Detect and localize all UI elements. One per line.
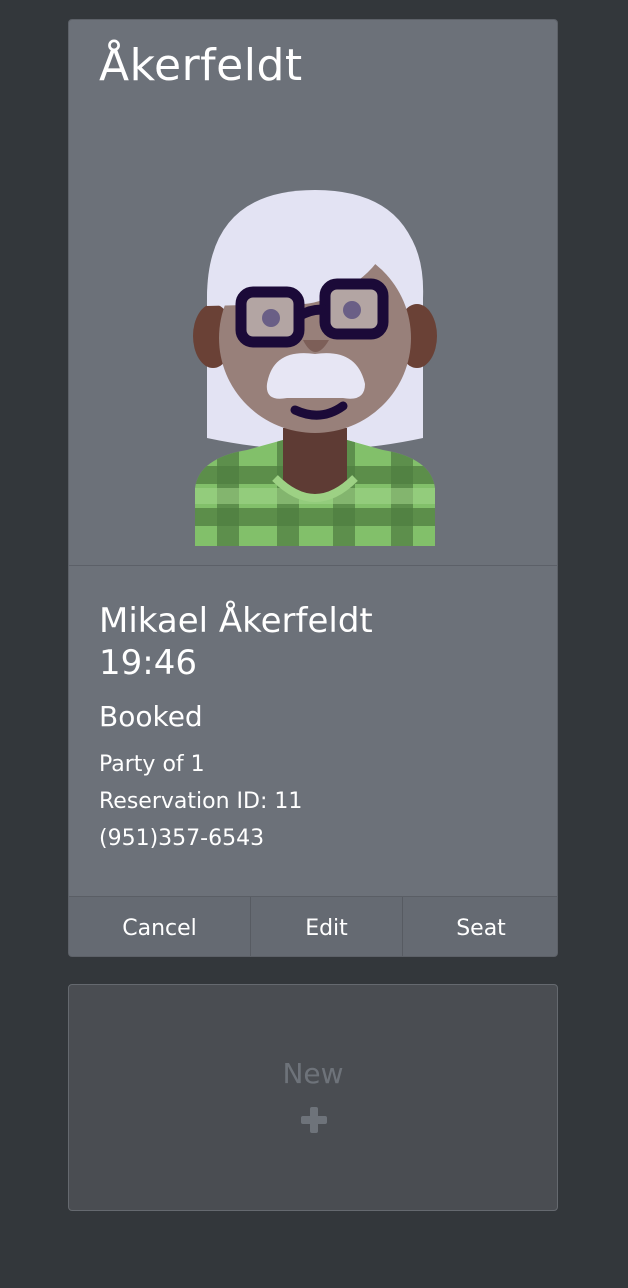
guest-name: Mikael Åkerfeldt [99,601,373,641]
reservation-info: Mikael Åkerfeldt 19:46 Booked Party of 1… [99,600,373,857]
card-title: Åkerfeldt [99,40,303,91]
cancel-button[interactable]: Cancel [69,897,250,956]
new-label: New [282,1057,344,1090]
status-text: Booked [99,700,203,733]
seat-button[interactable]: Seat [402,897,557,956]
plus-icon [301,1107,327,1133]
party-size: Party of 1 [99,752,205,777]
reservation-card: Åkerfeldt Mikael Åkerfeldt 19:46 Booked … [68,19,558,957]
edit-button[interactable]: Edit [250,897,402,956]
reservation-id: Reservation ID: 11 [99,789,303,814]
phone-number: (951)357-6543 [99,826,265,851]
card-divider [69,565,557,566]
reservation-time: 19:46 [99,643,197,683]
elderly-man-avatar-icon [193,190,437,546]
action-bar: Cancel Edit Seat [69,896,557,956]
new-reservation-button[interactable]: New [68,984,558,1211]
